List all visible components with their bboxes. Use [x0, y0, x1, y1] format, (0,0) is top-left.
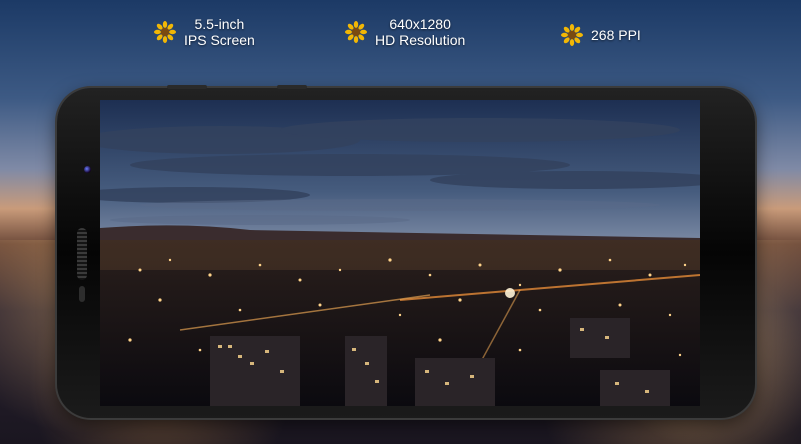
phone-screen: [100, 100, 700, 406]
feature-line1: 5.5-inch: [194, 16, 245, 32]
city-skyline-image: [100, 100, 700, 406]
earpiece-speaker: [77, 228, 87, 280]
feature-screen-size: 5.5-inch IPS Screen: [154, 16, 255, 48]
power-button: [277, 85, 307, 89]
phone-device: [57, 85, 755, 418]
feature-line1: 640x1280: [389, 16, 451, 32]
feature-ppi: 268 PPI: [561, 24, 641, 46]
sunflower-icon: [345, 21, 367, 43]
sunflower-icon: [154, 21, 176, 43]
feature-line2: IPS Screen: [184, 32, 255, 48]
volume-button: [167, 85, 207, 89]
sunflower-icon: [561, 24, 583, 46]
proximity-sensor: [79, 286, 85, 302]
feature-line1: 268 PPI: [591, 27, 641, 43]
feature-line2: HD Resolution: [375, 32, 466, 48]
front-camera-icon: [84, 166, 91, 173]
feature-resolution: 640x1280 HD Resolution: [345, 16, 465, 48]
